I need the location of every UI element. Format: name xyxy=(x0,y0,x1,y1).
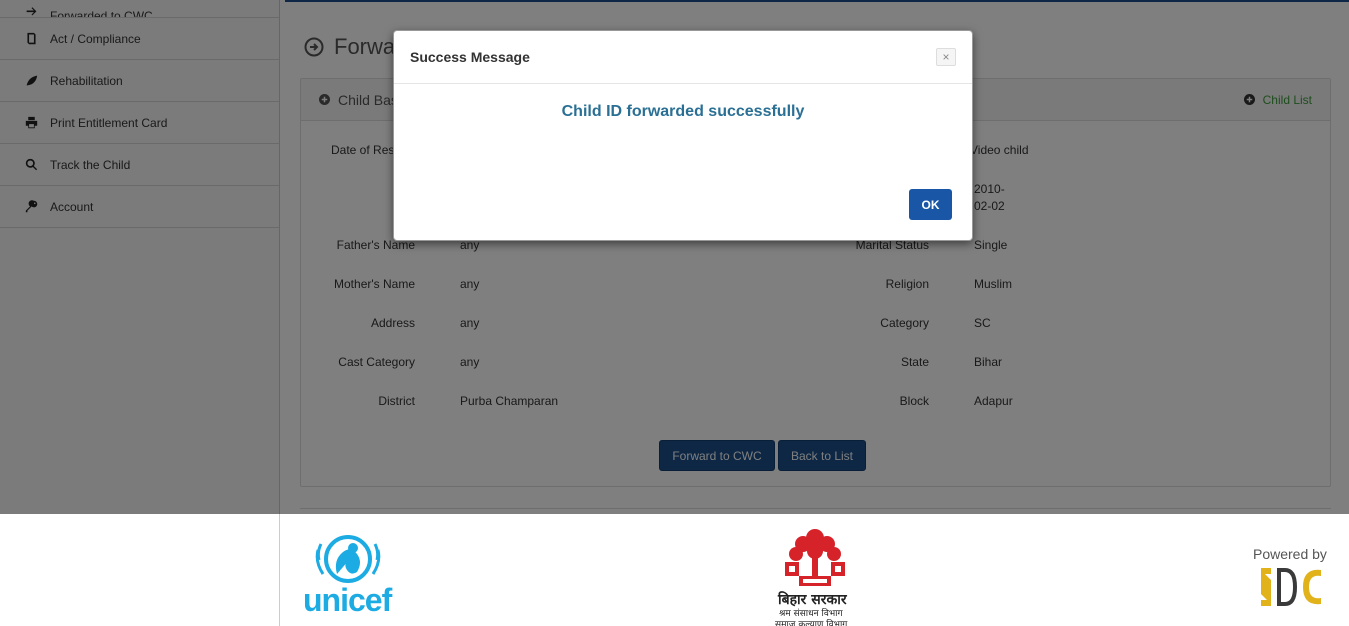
close-icon[interactable]: × xyxy=(936,48,956,66)
unicef-wordmark: unicef xyxy=(303,582,391,619)
success-message: Child ID forwarded successfully xyxy=(394,103,972,121)
footer: unicef बिहार सरकार श्रम संसाधन विभाग समा… xyxy=(0,514,1349,626)
bihar-dept-line2: समाज कल्याण विभाग xyxy=(775,617,847,626)
ok-button[interactable]: OK xyxy=(909,189,952,220)
bihar-emblem-icon xyxy=(783,526,847,588)
modal-title: Success Message xyxy=(410,49,530,65)
modal-header: Success Message × xyxy=(394,31,972,84)
powered-by-label: Powered by xyxy=(1253,546,1327,562)
sdc-logo-icon xyxy=(1259,566,1331,608)
footer-divider xyxy=(279,514,280,626)
success-modal: Success Message × Child ID forwarded suc… xyxy=(393,30,973,241)
